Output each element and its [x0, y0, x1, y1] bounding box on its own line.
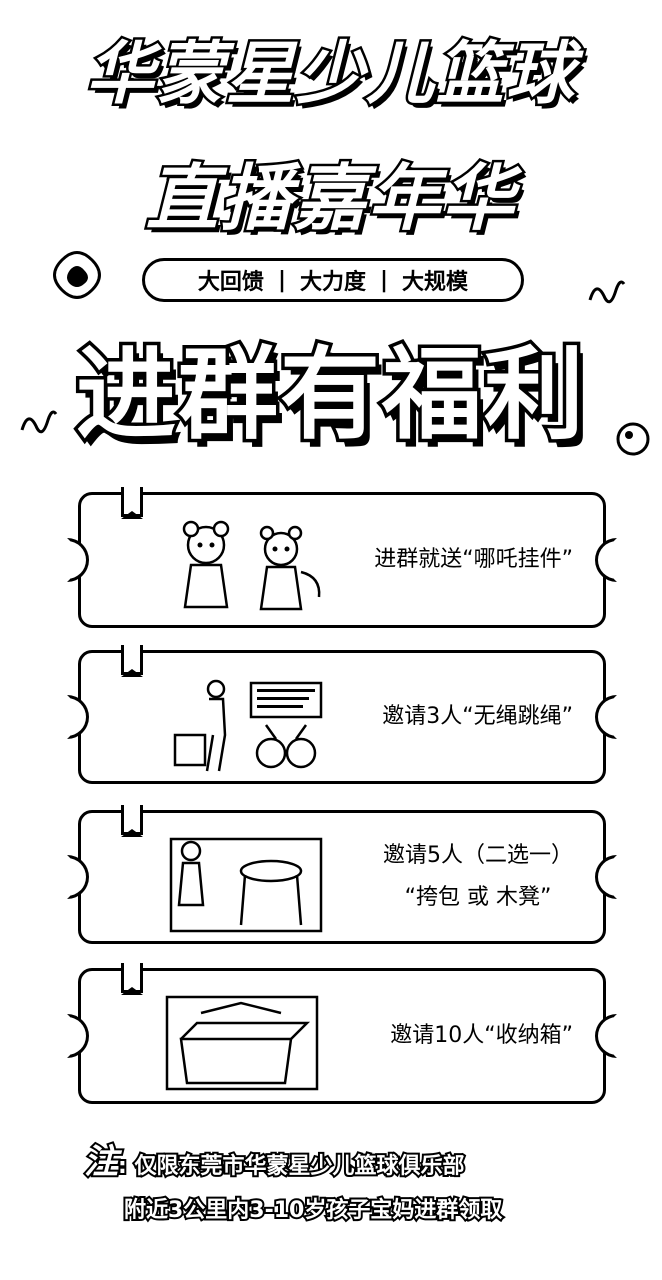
nezha-pendant-image [182, 520, 321, 611]
reward-card-1: 进群就送“哪吒挂件” [67, 487, 617, 628]
eligibility-note: 注: 仅限东莞市华蒙星少儿篮球俱乐部 附近3公里内3-10岁孩子宝妈进群领取 [82, 1140, 624, 1233]
headline: 进群有福利 [73, 333, 588, 457]
note-text-1: 仅限东莞市华蒙星少儿篮球俱乐部 [132, 1152, 466, 1181]
flower-decoration-icon [53, 251, 101, 299]
ticket-notch [67, 1014, 89, 1058]
bookmark-icon [121, 963, 143, 995]
reward-text: 邀请10人“收纳箱” [390, 1023, 573, 1048]
bookmark-icon [121, 805, 143, 837]
tag-item: 大力度 [299, 270, 366, 295]
note-label: 注 [82, 1140, 120, 1184]
reward-text: 邀请3人“无绳跳绳” [382, 704, 573, 729]
tag-separator: | [277, 267, 286, 293]
note-line-2: 附近3公里内3-10岁孩子宝妈进群领取 [122, 1196, 504, 1225]
squiggle-right-icon [588, 280, 626, 304]
ticket-notch [595, 1014, 617, 1058]
tag-item: 大回馈 [197, 270, 264, 295]
ticket-notch [595, 855, 617, 899]
storage-box-image [165, 995, 319, 1091]
tag-item: 大规模 [402, 270, 469, 295]
ticket-notch [67, 855, 89, 899]
bookmark-icon [121, 487, 143, 519]
reward-text: 邀请5人（二选一） “挎包 或 木凳” [383, 843, 573, 910]
ticket-notch [67, 538, 89, 582]
note-colon: : [116, 1152, 129, 1181]
ticket-notch [67, 695, 89, 739]
reward-text: 进群就送“哪吒挂件” [374, 547, 573, 572]
tag-separator: | [380, 267, 389, 293]
bag-or-stool-image [169, 837, 323, 933]
skipping-rope-image [173, 679, 323, 772]
main-title: 华蒙星少儿篮球 [83, 33, 576, 117]
bookmark-icon [121, 645, 143, 677]
feature-tags: 大回馈 | 大力度 | 大规模 [142, 258, 524, 302]
reward-card-4: 邀请10人“收纳箱” [67, 963, 617, 1104]
note-line-1: 注: 仅限东莞市华蒙星少儿篮球俱乐部 [82, 1140, 624, 1189]
ticket-notch [595, 538, 617, 582]
reward-card-2: 邀请3人“无绳跳绳” [67, 645, 617, 784]
reward-card-3: 邀请5人（二选一） “挎包 或 木凳” [67, 805, 617, 944]
ticket-notch [595, 695, 617, 739]
sub-title: 直播嘉年华 [143, 154, 516, 243]
